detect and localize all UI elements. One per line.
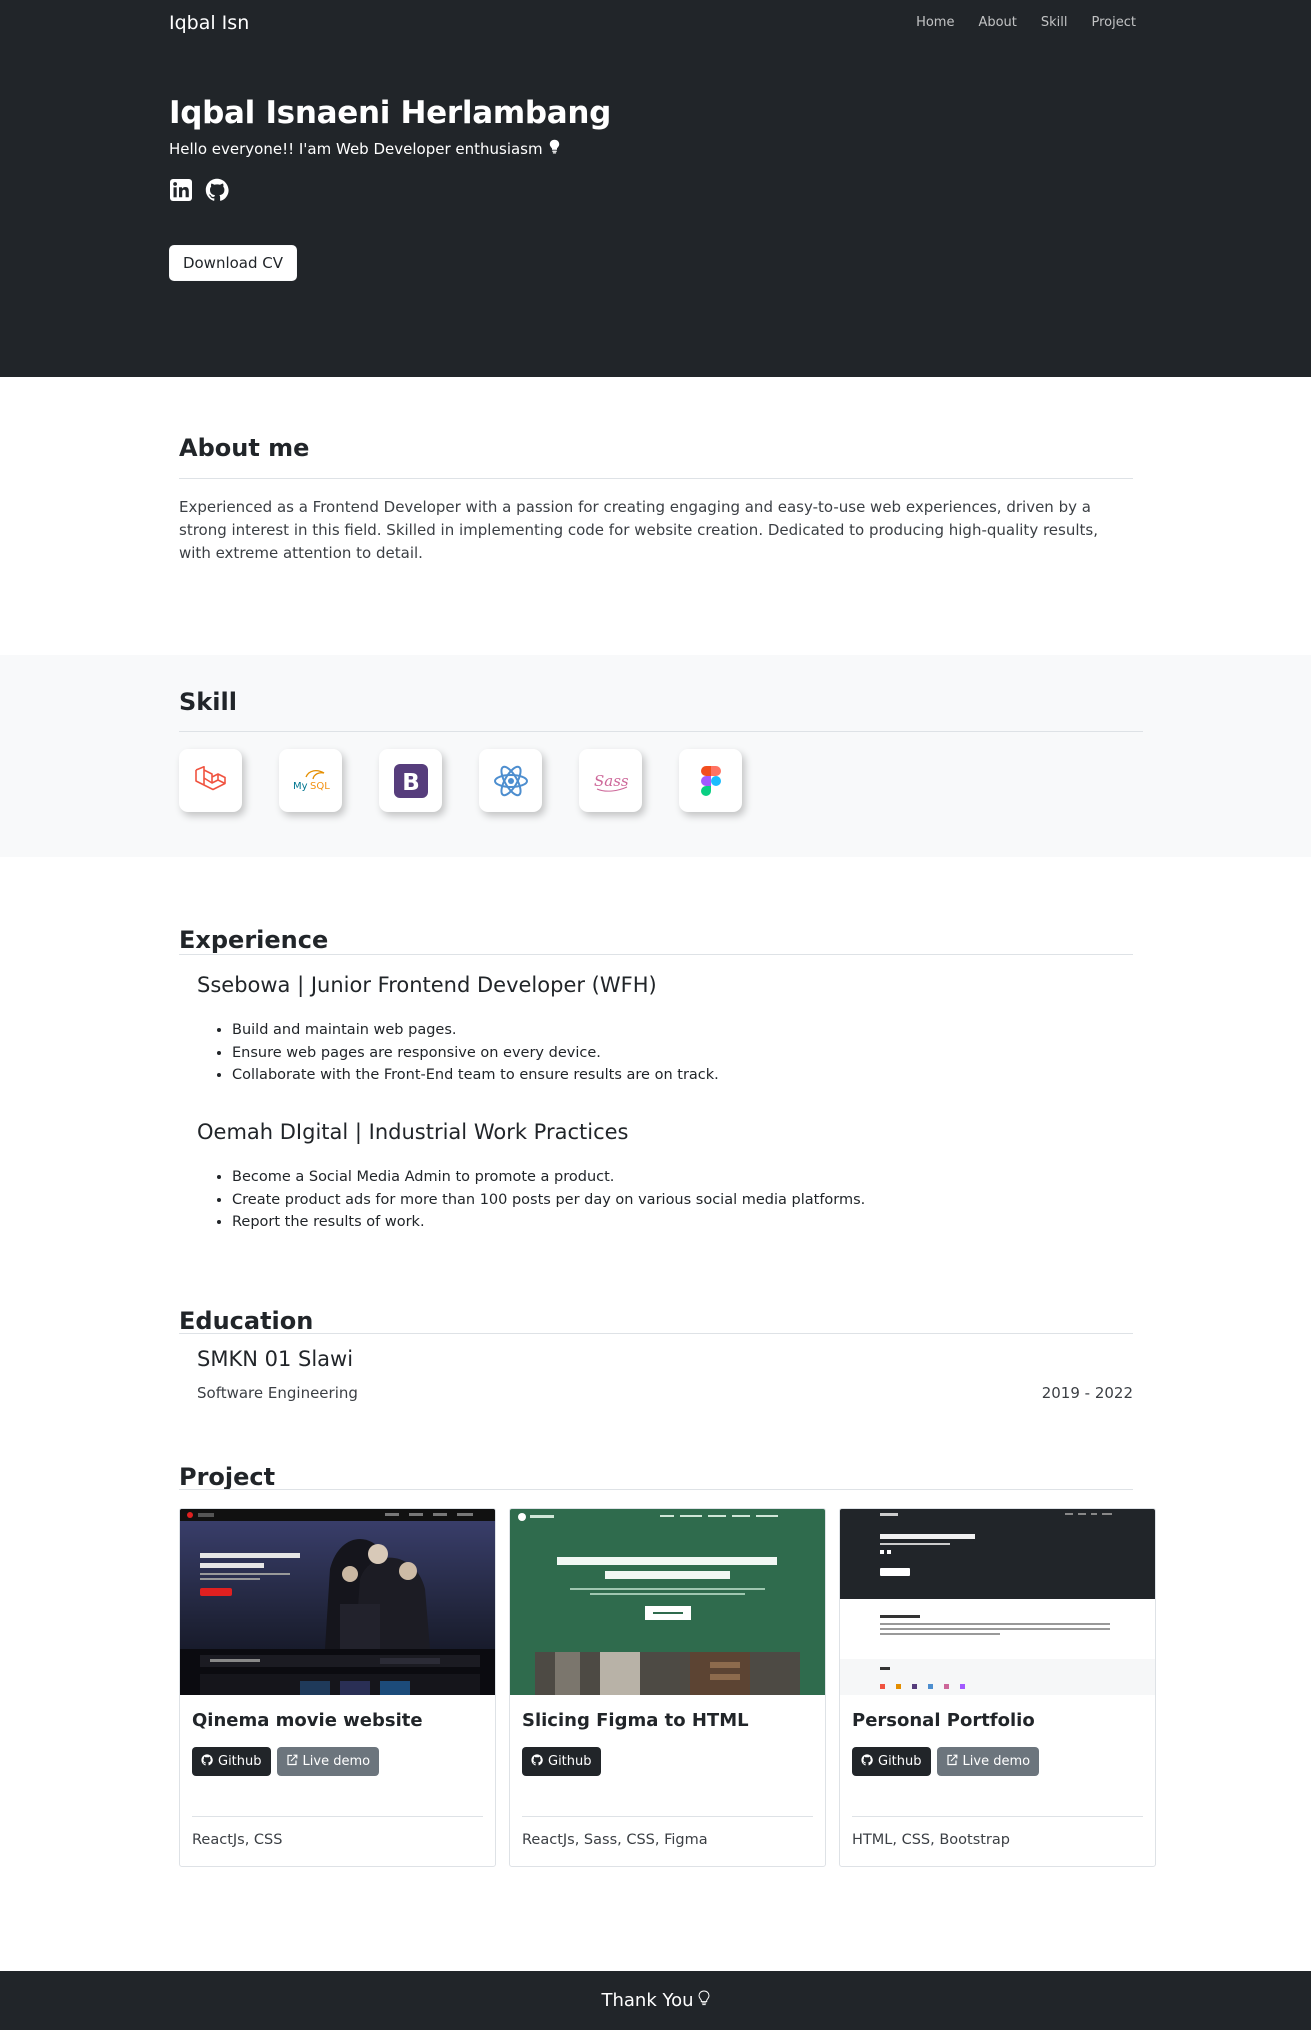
svg-text:Sass: Sass	[594, 772, 629, 790]
footer-text: Thank You	[601, 1990, 694, 2011]
github-button-label: Github	[548, 1754, 592, 1769]
list-item: Build and maintain web pages.	[232, 1019, 719, 1042]
hero-section: Iqbal Isn Home About Skill Project Iqbal…	[0, 0, 1311, 377]
education-title: Education	[179, 1307, 314, 1335]
project-card-divider	[852, 1816, 1143, 1817]
school-major: Software Engineering	[197, 1384, 358, 1402]
live-demo-button-label: Live demo	[962, 1754, 1031, 1769]
project-card-buttons: Github Live demo	[852, 1747, 1040, 1776]
project-card-title: Qinema movie website	[192, 1710, 423, 1731]
github-button[interactable]: Github	[192, 1747, 271, 1776]
project-card-tech: ReactJs, Sass, CSS, Figma	[522, 1832, 708, 1848]
education-divider	[179, 1333, 1133, 1334]
project-divider	[179, 1489, 1133, 1490]
lightbulb-icon	[549, 139, 560, 158]
list-item: Become a Social Media Admin to promote a…	[232, 1166, 865, 1189]
project-card: Personal Portfolio Github Live demo HTML…	[839, 1508, 1156, 1867]
live-demo-button[interactable]: Live demo	[936, 1747, 1040, 1776]
project-card: Slicing Figma to HTML Github ReactJs, Sa…	[509, 1508, 826, 1867]
react-icon	[479, 749, 542, 812]
lightbulb-icon	[697, 1990, 710, 2011]
nav-links: Home About Skill Project	[916, 15, 1136, 30]
github-button-label: Github	[218, 1754, 262, 1769]
school-name: SMKN 01 Slawi	[197, 1347, 354, 1371]
education-section: Education SMKN 01 Slawi Software Enginee…	[0, 1297, 1311, 1453]
project-card-tech: HTML, CSS, Bootstrap	[852, 1832, 1010, 1848]
github-icon	[861, 1753, 873, 1770]
github-icon[interactable]	[205, 178, 229, 202]
brand-link[interactable]: Iqbal Isn	[169, 12, 249, 34]
laravel-icon	[179, 749, 242, 812]
skill-divider	[179, 731, 1143, 732]
bootstrap-icon: B	[379, 749, 442, 812]
list-item: Collaborate with the Front-End team to e…	[232, 1064, 719, 1087]
list-item: Report the results of work.	[232, 1211, 865, 1234]
hero-name: Iqbal Isnaeni Herlambang	[169, 95, 612, 131]
live-demo-button-label: Live demo	[302, 1754, 371, 1769]
project-card-divider	[522, 1816, 813, 1817]
list-item: Create product ads for more than 100 pos…	[232, 1189, 865, 1212]
github-button[interactable]: Github	[522, 1747, 601, 1776]
project-thumbnail-portfolio[interactable]	[840, 1509, 1155, 1695]
experience-section: Experience Ssebowa | Junior Frontend Dev…	[0, 857, 1311, 1297]
external-link-icon	[286, 1754, 298, 1770]
project-card-buttons: Github Live demo	[192, 1747, 380, 1776]
mysql-icon: My SQL	[279, 749, 342, 812]
list-item: Ensure web pages are responsive on every…	[232, 1042, 719, 1065]
svg-text:B: B	[402, 770, 420, 796]
about-text: Experienced as a Frontend Developer with…	[179, 498, 1098, 562]
project-card-divider	[192, 1816, 483, 1817]
job-title-2: Oemah DIgital | Industrial Work Practice…	[197, 1120, 629, 1144]
project-thumbnail-figma-slicing[interactable]	[510, 1509, 825, 1695]
nav-link-about[interactable]: About	[978, 15, 1016, 30]
download-cv-button[interactable]: Download CV	[169, 245, 297, 281]
skill-section: Skill My SQL B Sass	[0, 655, 1311, 857]
job-title-1: Ssebowa | Junior Frontend Developer (WFH…	[197, 973, 657, 997]
project-cards: Qinema movie website Github Live demo Re…	[179, 1508, 1156, 1867]
social-links	[169, 178, 229, 202]
experience-title: Experience	[179, 926, 329, 954]
github-button[interactable]: Github	[852, 1747, 931, 1776]
sass-icon: Sass	[579, 749, 642, 812]
project-card: Qinema movie website Github Live demo Re…	[179, 1508, 496, 1867]
about-title: About me	[179, 434, 310, 462]
about-section: About me Experienced as a Frontend Devel…	[0, 377, 1311, 655]
project-thumbnail-qinema[interactable]	[180, 1509, 495, 1695]
github-icon	[531, 1753, 543, 1770]
project-section: Project Qinema movie website Github Live…	[0, 1453, 1311, 1883]
job-points-2: Become a Social Media Admin to promote a…	[232, 1166, 865, 1234]
linkedin-icon[interactable]	[169, 178, 193, 202]
figma-icon	[679, 749, 742, 812]
nav-link-skill[interactable]: Skill	[1041, 15, 1068, 30]
live-demo-button[interactable]: Live demo	[276, 1747, 380, 1776]
github-button-label: Github	[878, 1754, 922, 1769]
nav-link-project[interactable]: Project	[1092, 15, 1136, 30]
external-link-icon	[946, 1754, 958, 1770]
github-icon	[201, 1753, 213, 1770]
hero-tagline-text: Hello everyone!! I'am Web Developer enth…	[169, 139, 543, 158]
navbar: Iqbal Isn Home About Skill Project	[0, 0, 1311, 46]
nav-link-home[interactable]: Home	[916, 15, 954, 30]
svg-text:SQL: SQL	[310, 781, 330, 792]
job-points-1: Build and maintain web pages. Ensure web…	[232, 1019, 719, 1087]
about-divider	[179, 478, 1133, 479]
skill-title: Skill	[179, 688, 237, 716]
experience-divider	[179, 954, 1133, 955]
svg-text:My: My	[293, 781, 308, 792]
footer: Thank You	[0, 1971, 1311, 2030]
skill-icons: My SQL B Sass	[179, 749, 742, 812]
project-card-buttons: Github	[522, 1747, 601, 1776]
project-card-title: Slicing Figma to HTML	[522, 1710, 749, 1731]
hero-tagline: Hello everyone!! I'am Web Developer enth…	[169, 139, 560, 158]
project-card-title: Personal Portfolio	[852, 1710, 1035, 1731]
project-card-tech: ReactJs, CSS	[192, 1832, 283, 1848]
school-period: 2019 - 2022	[1041, 1384, 1133, 1402]
project-title: Project	[179, 1463, 276, 1491]
